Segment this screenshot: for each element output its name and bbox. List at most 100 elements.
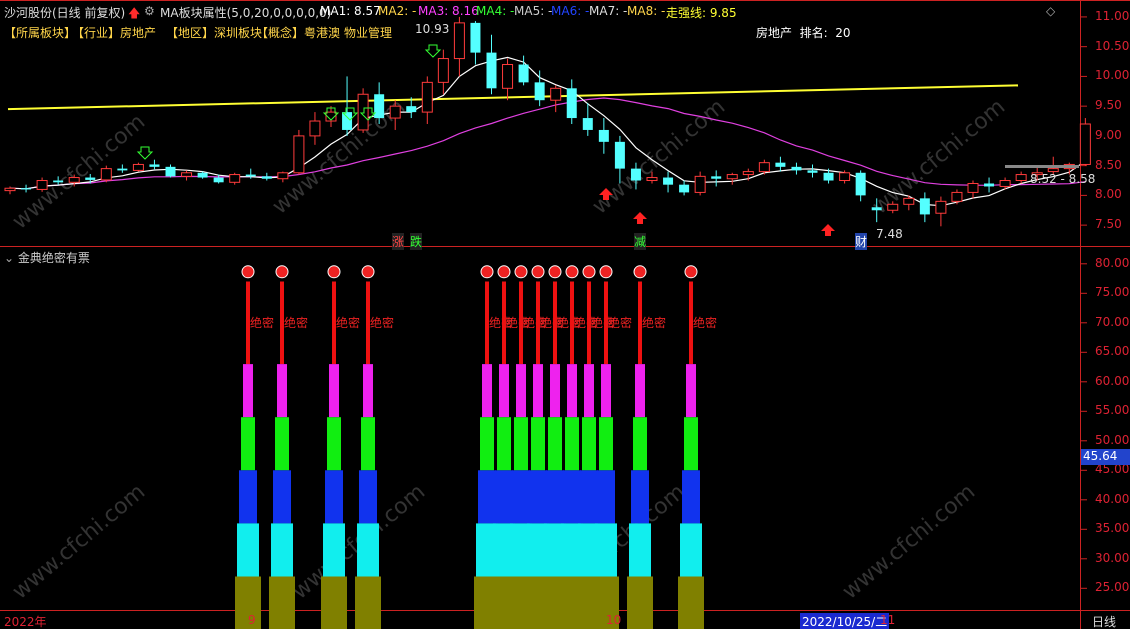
- signal-label: 绝密: [608, 315, 632, 330]
- signal-band: [584, 364, 594, 418]
- limit-down-badge[interactable]: 跌: [410, 233, 423, 250]
- candle-body-up: [100, 168, 112, 181]
- sell-arrow-icon: [136, 146, 154, 160]
- candle-body-up: [646, 177, 658, 182]
- signal-band: [582, 417, 596, 471]
- candle-body-down: [486, 52, 497, 89]
- signal-label: 绝密: [336, 315, 360, 330]
- candle-body-down: [117, 168, 128, 171]
- sub-panel-title[interactable]: ⌄ 金典绝密有票: [4, 249, 90, 266]
- signal-band: [497, 417, 511, 471]
- candle-body-up: [502, 64, 514, 89]
- signal-band: [599, 417, 613, 471]
- signal-ball-icon: [633, 265, 647, 279]
- svg-text:www.cfchi.com: www.cfchi.com: [838, 479, 980, 604]
- signal-band: [275, 417, 289, 471]
- signal-band: [499, 364, 509, 418]
- signal-ball-icon: [531, 265, 545, 279]
- price-chart[interactable]: www.cfchi.com www.cfchi.com www.cfchi.co…: [0, 0, 1130, 629]
- candle-body-down: [582, 118, 593, 130]
- financial-report-badge[interactable]: 财: [855, 233, 868, 250]
- candle-body-up: [36, 180, 48, 190]
- signal-ball-icon: [327, 265, 341, 279]
- price-tick-label: 10.50: [1095, 38, 1130, 53]
- signal-band: [580, 470, 598, 524]
- candle-body-up: [437, 58, 449, 83]
- candle-body-up: [421, 81, 433, 113]
- candle-body-down: [534, 82, 545, 101]
- signal-band: [678, 576, 704, 629]
- signal-band: [546, 470, 564, 524]
- candle-body-up: [357, 93, 369, 131]
- candle-body-up: [935, 200, 947, 214]
- signal-ball-icon: [275, 265, 289, 279]
- sub-tick-label: 80.00: [1095, 255, 1130, 270]
- signal-band: [366, 281, 370, 311]
- candle-body-up: [550, 87, 562, 101]
- signal-band: [361, 417, 375, 471]
- candle-body-down: [85, 177, 96, 180]
- price-tick-label: 9.50: [1095, 98, 1122, 113]
- candle-body-down: [245, 174, 256, 177]
- candle-body-up: [951, 191, 963, 202]
- candle-body-down: [984, 183, 995, 187]
- candle-body-up: [694, 175, 706, 193]
- candle-body-up: [4, 187, 16, 192]
- signal-band: [684, 417, 698, 471]
- candle-body-up: [839, 172, 851, 182]
- svg-text:www.cfchi.com: www.cfchi.com: [8, 109, 150, 234]
- candle-body-down: [213, 177, 224, 183]
- candle-body-up: [389, 105, 401, 119]
- signal-band: [241, 417, 255, 471]
- candle-body-down: [871, 207, 882, 211]
- candle-body-up: [132, 163, 144, 171]
- price-tick-label: 8.00: [1095, 187, 1122, 202]
- signal-band: [271, 523, 293, 577]
- signal-band: [482, 364, 492, 418]
- candle-body-up: [309, 120, 321, 137]
- date-month-10: 10: [606, 613, 622, 627]
- signal-band: [604, 281, 608, 311]
- signal-band: [567, 364, 577, 418]
- sub-tick-label: 75.00: [1095, 285, 1130, 300]
- signal-ball-icon: [599, 265, 613, 279]
- sub-tick-label: 40.00: [1095, 491, 1130, 506]
- signal-band: [536, 281, 540, 311]
- chevron-down-icon[interactable]: ⌄: [4, 251, 14, 265]
- candle-body-up: [453, 22, 465, 60]
- signal-band: [548, 417, 562, 471]
- candle-body-up: [887, 203, 899, 211]
- signal-band: [273, 470, 291, 524]
- signal-band: [627, 576, 653, 629]
- price-tick-label: 8.50: [1095, 157, 1122, 172]
- signal-band: [686, 364, 696, 418]
- signal-band: [280, 281, 284, 311]
- price-tick-label: 10.00: [1095, 68, 1130, 83]
- sub-panel-title-text: 金典绝密有票: [17, 251, 90, 265]
- candle-body-up: [277, 172, 289, 180]
- signal-band: [689, 281, 693, 311]
- date-month-11: 11: [880, 613, 896, 627]
- price-tick-label: 7.50: [1095, 217, 1122, 232]
- signal-band: [327, 417, 341, 471]
- signal-band: [355, 576, 381, 629]
- signal-band: [277, 364, 287, 418]
- candle-body-down: [855, 172, 866, 196]
- sub-tick-label: 35.00: [1095, 521, 1130, 536]
- signal-ball-icon: [684, 265, 698, 279]
- svg-text:www.cfchi.com: www.cfchi.com: [588, 94, 730, 219]
- signal-band: [682, 470, 700, 524]
- candle-body-down: [679, 184, 690, 193]
- signal-band: [363, 364, 373, 418]
- signal-band: [237, 523, 259, 577]
- signal-label: 绝密: [284, 315, 308, 330]
- strong-line: [7, 84, 1019, 111]
- candle-body-down: [342, 112, 353, 130]
- period-tab[interactable]: 日线: [1092, 613, 1116, 629]
- signal-band: [359, 470, 377, 524]
- limit-up-badge[interactable]: 涨: [392, 233, 405, 250]
- signal-band: [519, 281, 523, 311]
- reduce-holding-badge[interactable]: 减: [634, 233, 647, 250]
- candle-body-up: [68, 177, 80, 183]
- svg-text:www.cfchi.com: www.cfchi.com: [8, 479, 150, 604]
